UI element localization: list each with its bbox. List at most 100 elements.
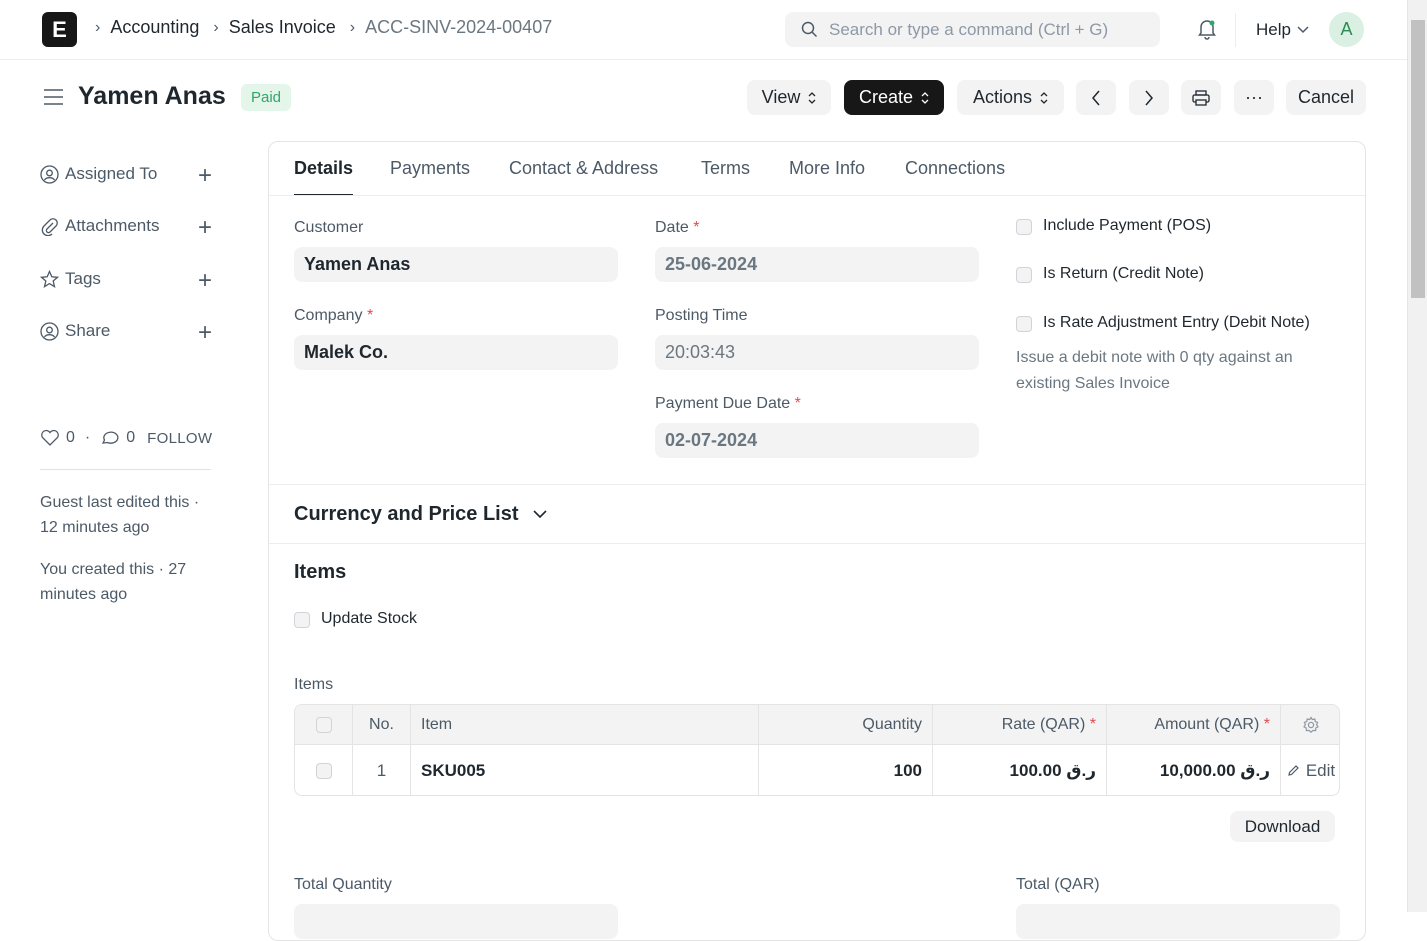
include-payment-checkbox[interactable]: [1016, 219, 1032, 235]
cancel-label: Cancel: [1297, 87, 1355, 107]
tab-contact-address[interactable]: Contact & Address: [509, 158, 658, 179]
currency-section-header[interactable]: Currency and Price List: [294, 503, 547, 526]
follow-button[interactable]: FOLLOW: [147, 430, 212, 447]
header-quantity: Quantity: [759, 705, 933, 744]
row-checkbox[interactable]: [315, 762, 332, 779]
assign-user-icon: [40, 164, 59, 184]
required-mark: *: [1089, 715, 1096, 733]
scrollbar-thumb[interactable]: [1411, 20, 1425, 298]
tab-payments[interactable]: Payments: [390, 158, 470, 179]
posting-time-label: Posting Time: [655, 307, 748, 324]
app-logo[interactable]: E: [42, 12, 77, 47]
company-label-text: Company: [294, 307, 363, 324]
actions-button[interactable]: Actions: [957, 80, 1064, 115]
total-label: Total (QAR): [1016, 876, 1100, 893]
sidebar-item-label: Share: [65, 321, 111, 340]
update-stock-checkbox[interactable]: [294, 612, 310, 628]
add-icon[interactable]: +: [198, 319, 212, 347]
tab-details[interactable]: Details: [294, 158, 354, 195]
breadcrumb-sales-invoice[interactable]: Sales Invoice: [229, 17, 336, 38]
tab-more-info[interactable]: More Info: [789, 158, 865, 179]
gear-icon[interactable]: [1302, 715, 1320, 734]
sidebar-item-label: Assigned To: [65, 164, 158, 183]
row-no: 1: [353, 745, 411, 795]
breadcrumb-accounting[interactable]: Accounting: [110, 17, 199, 38]
likes-count: 0: [66, 429, 75, 446]
table-row[interactable]: 1 SKU005 100 100.00 ر.ق 10,000.00 ر.ق Ed…: [295, 745, 1339, 795]
is-return-checkbox[interactable]: [1016, 267, 1032, 283]
rate-adjustment-description: Issue a debit note with 0 qty against an…: [1016, 349, 1293, 392]
select-all-cell: [295, 705, 353, 744]
help-label: Help: [1256, 20, 1291, 39]
star-icon: [40, 269, 59, 288]
activity-edited: Guest last edited this · 12 minutes ago: [40, 494, 200, 536]
heart-icon[interactable]: [40, 429, 60, 447]
sidebar-item-share[interactable]: Share +: [40, 319, 212, 346]
add-icon[interactable]: +: [198, 267, 212, 295]
section-divider: [269, 543, 1365, 544]
tab-terms[interactable]: Terms: [701, 158, 750, 179]
customer-field[interactable]: Yamen Anas: [294, 247, 618, 282]
total-field[interactable]: [1016, 904, 1340, 939]
tab-connections[interactable]: Connections: [905, 158, 1005, 179]
create-button[interactable]: Create: [844, 80, 944, 115]
breadcrumb: › Accounting › Sales Invoice › ACC-SINV-…: [95, 17, 566, 38]
currency-section-title: Currency and Price List: [294, 503, 519, 525]
breadcrumb-current[interactable]: ACC-SINV-2024-00407: [365, 17, 552, 38]
help-dropdown[interactable]: Help: [1256, 20, 1309, 40]
add-icon[interactable]: +: [198, 162, 212, 190]
row-quantity[interactable]: 100: [759, 745, 933, 795]
required-mark: *: [366, 307, 374, 324]
date-label-text: Date: [655, 219, 689, 236]
due-date-field[interactable]: 02-07-2024: [655, 423, 979, 458]
more-button[interactable]: ···: [1234, 80, 1274, 115]
customer-label: Customer: [294, 219, 364, 236]
row-item[interactable]: SKU005: [411, 745, 759, 795]
notification-bell-icon[interactable]: [1196, 18, 1218, 40]
divider: [1235, 13, 1236, 47]
column-settings-cell: [1281, 705, 1339, 744]
previous-button[interactable]: [1076, 80, 1116, 115]
paperclip-icon: [41, 217, 58, 236]
more-icon: ···: [1245, 87, 1263, 107]
sidebar-item-assigned-to[interactable]: Assigned To +: [40, 162, 212, 189]
search-input[interactable]: Search or type a command (Ctrl + G): [785, 12, 1160, 47]
header-rate-text: Rate (QAR): [1001, 715, 1086, 733]
chevron-left-icon: [1092, 90, 1100, 105]
company-field[interactable]: Malek Co.: [294, 335, 618, 370]
next-button[interactable]: [1129, 80, 1169, 115]
total-quantity-field[interactable]: [294, 904, 618, 939]
cancel-button[interactable]: Cancel: [1286, 80, 1366, 115]
rate-adjustment-checkbox[interactable]: [1016, 316, 1032, 332]
required-mark: *: [794, 395, 801, 412]
chevron-right-icon: ›: [95, 18, 101, 36]
date-field[interactable]: 25-06-2024: [655, 247, 979, 282]
dot-separator: ·: [84, 429, 91, 446]
add-icon[interactable]: +: [198, 214, 212, 242]
row-rate[interactable]: 100.00 ر.ق: [933, 745, 1107, 795]
row-edit-button[interactable]: Edit: [1281, 745, 1339, 795]
chevron-right-icon: [1145, 90, 1153, 105]
create-label: Create: [858, 87, 914, 107]
scrollbar[interactable]: [1407, 0, 1427, 912]
rate-adjustment-label: Is Rate Adjustment Entry (Debit Note): [1043, 314, 1310, 331]
date-label: Date *: [655, 219, 699, 237]
posting-time-field[interactable]: 20:03:43: [655, 335, 979, 370]
view-button[interactable]: View: [747, 80, 831, 115]
update-stock-label: Update Stock: [321, 610, 418, 627]
print-button[interactable]: [1181, 80, 1221, 115]
select-all-checkbox[interactable]: [315, 716, 332, 733]
header-amount: Amount (QAR) *: [1107, 705, 1281, 744]
page-title: Yamen Anas: [78, 82, 226, 110]
comment-icon[interactable]: [100, 429, 120, 447]
menu-icon[interactable]: [43, 87, 64, 107]
company-label: Company *: [294, 307, 373, 325]
items-table-header: No. Item Quantity Rate (QAR) * Amount (Q…: [295, 705, 1339, 745]
avatar[interactable]: A: [1329, 12, 1364, 47]
sidebar-item-attachments[interactable]: Attachments +: [40, 214, 212, 241]
header-amount-text: Amount (QAR): [1154, 715, 1260, 733]
row-amount[interactable]: 10,000.00 ر.ق: [1107, 745, 1281, 795]
required-mark: *: [1263, 715, 1270, 733]
sidebar-item-tags[interactable]: Tags +: [40, 267, 212, 294]
download-button[interactable]: Download: [1230, 811, 1335, 842]
